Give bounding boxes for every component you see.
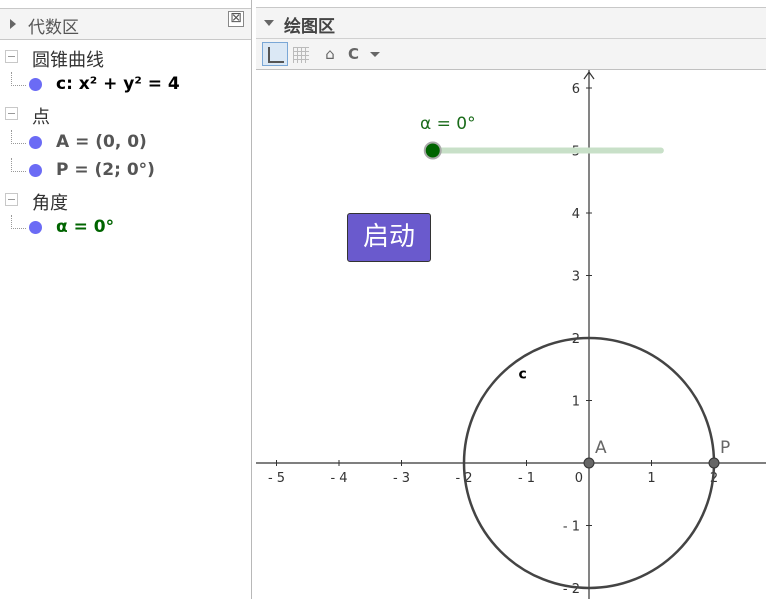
slider-label: α = 0° xyxy=(420,114,476,134)
collapse-icon[interactable] xyxy=(5,50,18,63)
algebra-item-P[interactable]: P = (2; 0°) xyxy=(0,158,250,184)
point-label-P: P xyxy=(720,438,730,458)
graphics-titlebar: 绘图区 xyxy=(256,8,766,39)
drawing-canvas[interactable]: - 5- 4- 3- 2- 1012654321- 1- 2 c A P xyxy=(256,70,766,599)
expand-arrow-icon[interactable] xyxy=(10,19,16,29)
graphics-style-bar: ⌂ C xyxy=(256,39,766,70)
collapse-icon[interactable] xyxy=(5,107,18,120)
start-button[interactable]: 启动 xyxy=(347,213,431,262)
close-icon[interactable]: ⊠ xyxy=(228,11,244,27)
point-P[interactable] xyxy=(708,457,720,469)
algebra-title: 代数区 xyxy=(28,18,79,38)
y-tick-label: 4 xyxy=(572,207,580,222)
y-tick-label: 6 xyxy=(572,82,580,97)
algebra-item-alpha[interactable]: α = 0° xyxy=(0,215,250,241)
curve-label: c xyxy=(519,367,527,383)
item-text: c: x² + y² = 4 xyxy=(56,74,180,94)
group-conics[interactable]: 圆锥曲线 xyxy=(0,44,250,71)
x-tick-label: - 4 xyxy=(330,471,347,486)
algebra-panel: 代数区 ⊠ 圆锥曲线 c: x² + y² = 4 点 A = (0, 0) P… xyxy=(0,0,252,599)
y-tick-label: - 2 xyxy=(563,582,580,597)
y-tick-label: 1 xyxy=(572,395,580,410)
point-capture-icon[interactable]: C xyxy=(348,42,384,66)
tree-connector xyxy=(11,130,26,144)
x-tick-label: - 3 xyxy=(393,471,410,486)
x-tick-label: 0 xyxy=(575,471,583,486)
visibility-dot-icon[interactable] xyxy=(29,221,42,234)
chevron-down-icon[interactable] xyxy=(370,52,380,57)
graphics-panel: 绘图区 ⌂ C - 5- 4- 3- 2- 1012654321- 1- 2 c… xyxy=(256,0,766,599)
y-tick-label: 3 xyxy=(572,270,580,285)
collapse-arrow-icon[interactable] xyxy=(264,20,274,26)
point-label-A: A xyxy=(595,438,607,458)
algebra-titlebar: 代数区 ⊠ xyxy=(0,8,251,40)
style-symbol: C xyxy=(348,45,360,63)
collapse-icon[interactable] xyxy=(5,193,18,206)
tick-labels: - 5- 4- 3- 2- 1012654321- 1- 2 xyxy=(268,82,718,597)
item-text: A = (0, 0) xyxy=(56,132,147,152)
graphics-title: 绘图区 xyxy=(284,17,335,37)
item-text: α = 0° xyxy=(56,217,115,237)
visibility-dot-icon[interactable] xyxy=(29,136,42,149)
home-icon[interactable]: ⌂ xyxy=(320,42,340,66)
x-tick-label: - 5 xyxy=(268,471,285,486)
tree-connector xyxy=(11,72,26,86)
y-tick-label: - 1 xyxy=(563,520,580,535)
slider-knob[interactable] xyxy=(423,141,442,160)
point-A[interactable] xyxy=(583,457,595,469)
group-label: 圆锥曲线 xyxy=(32,50,104,71)
group-label: 点 xyxy=(32,107,50,128)
x-tick-label: 1 xyxy=(647,471,655,486)
group-label: 角度 xyxy=(32,193,68,214)
tree-connector xyxy=(11,158,26,172)
visibility-dot-icon[interactable] xyxy=(29,164,42,177)
algebra-item-c[interactable]: c: x² + y² = 4 xyxy=(0,72,250,98)
axes-toggle-icon[interactable] xyxy=(262,42,288,66)
group-angles[interactable]: 角度 xyxy=(0,187,250,214)
group-points[interactable]: 点 xyxy=(0,101,250,128)
grid-toggle-icon[interactable] xyxy=(292,42,312,66)
x-tick-label: - 1 xyxy=(518,471,535,486)
tree-connector xyxy=(11,215,26,229)
visibility-dot-icon[interactable] xyxy=(29,78,42,91)
algebra-item-A[interactable]: A = (0, 0) xyxy=(0,130,250,156)
top-strip xyxy=(256,0,766,8)
item-text: P = (2; 0°) xyxy=(56,160,155,180)
